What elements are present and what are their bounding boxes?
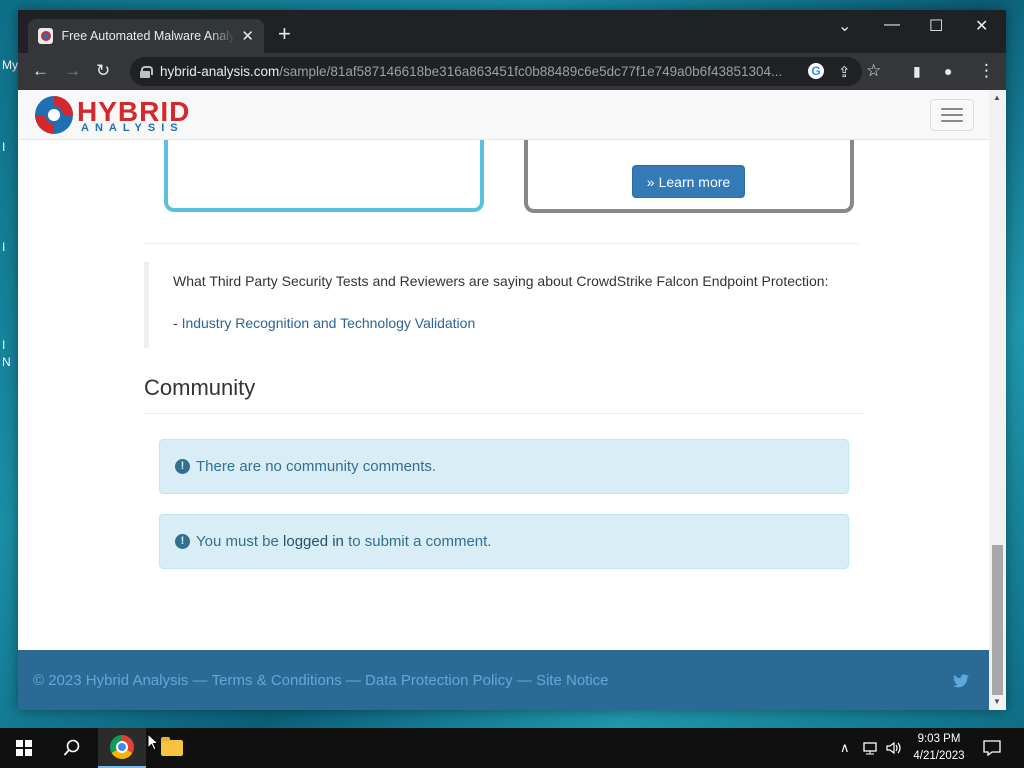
clock-time: 9:03 PM [917,733,961,745]
twitter-icon[interactable] [953,674,969,688]
hybrid-analysis-logo[interactable]: HYBRID ANALYSIS [33,94,203,136]
taskbar-chrome[interactable] [98,728,146,768]
search-icon [63,739,80,756]
scrollbar-thumb[interactable] [992,545,1003,695]
page-viewport: HYBRID ANALYSIS » Learn more What Third … [18,90,989,710]
bookmark-star-icon[interactable]: ☆ [866,61,881,81]
login-required-alert: ! You must be logged in to submit a comm… [159,514,849,569]
favicon-icon [38,28,54,44]
terms-link[interactable]: Terms & Conditions [212,672,342,689]
double-chevron-right-icon: » [646,173,655,190]
share-icon[interactable]: ⇪ [838,63,851,81]
site-notice-link[interactable]: Site Notice [536,672,609,689]
reload-button[interactable]: ↻ [96,61,110,81]
site-navbar: HYBRID ANALYSIS [18,90,989,140]
volume-icon[interactable] [886,728,902,768]
lock-icon[interactable] [140,65,153,78]
system-clock[interactable]: 9:03 PM 4/21/2023 [906,731,972,765]
url-text[interactable]: hybrid-analysis.com/sample/81af587146618… [160,64,800,79]
community-heading: Community [144,375,256,400]
divider [144,243,859,244]
start-button[interactable] [0,728,48,768]
google-lens-icon[interactable]: G [808,63,824,79]
hamburger-icon [941,108,963,110]
profile-icon[interactable]: ● [944,63,952,79]
windows-logo-icon [16,740,32,756]
desktop-icon-label: I [2,338,6,352]
browser-window: Free Automated Malware Analysis Service … [18,10,1006,710]
exclamation-circle-icon: ! [175,459,190,474]
desktop-icon-label: N [2,355,11,369]
notification-icon [983,740,1001,756]
learn-more-button[interactable]: » Learn more [632,165,745,198]
network-icon[interactable] [863,728,879,768]
validation-link-line: - Industry Recognition and Technology Va… [173,315,476,331]
page-scrollbar[interactable]: ▲ ▼ [989,90,1006,710]
mouse-cursor-icon [147,733,159,751]
close-window-button[interactable]: ✕ [975,16,988,36]
browser-toolbar: ← → ↻ hybrid-analysis.com/sample/81af587… [18,53,1006,90]
forward-button[interactable]: → [64,61,81,81]
scroll-up-icon[interactable]: ▲ [993,93,1001,102]
folder-icon [161,737,183,756]
data-protection-link[interactable]: Data Protection Policy [365,672,513,689]
chrome-icon [110,735,134,759]
desktop-icon-label: I [2,240,6,254]
desktop-icon-label: I [2,140,6,154]
title-bar: Free Automated Malware Analysis Service … [18,10,1006,53]
back-button[interactable]: ← [32,61,49,81]
browser-tab[interactable]: Free Automated Malware Analysis Service … [28,19,264,53]
clock-date: 4/21/2023 [913,750,965,762]
navbar-toggle-button[interactable] [930,99,974,131]
desktop-icon-label: My [2,58,18,72]
no-comments-alert: ! There are no community comments. [159,439,849,494]
chevron-up-icon[interactable]: ∧ [840,728,850,768]
exclamation-circle-icon: ! [175,534,190,549]
notifications-button[interactable] [983,728,1001,768]
divider [144,413,864,414]
tab-search-icon[interactable]: ⌄ [838,16,851,36]
site-footer: © 2023 Hybrid Analysis — Terms & Conditi… [18,650,989,710]
side-panel-icon[interactable]: ▮ [913,63,921,80]
minimize-button[interactable]: — [884,16,900,34]
address-bar[interactable]: hybrid-analysis.com/sample/81af587146618… [130,57,881,86]
scroll-down-icon[interactable]: ▼ [993,697,1001,706]
tab-close-icon[interactable]: ✕ [241,27,254,45]
third-party-text: What Third Party Security Tests and Revi… [173,273,829,289]
menu-kebab-icon[interactable]: ⋮ [978,61,995,81]
copyright-text: © 2023 Hybrid Analysis [33,671,189,689]
tab-title: Free Automated Malware Analysis Service [61,29,236,43]
new-tab-button[interactable]: + [278,23,291,45]
maximize-button[interactable]: ☐ [929,16,943,36]
search-button[interactable] [48,728,96,768]
industry-recognition-link[interactable]: Industry Recognition and Technology Vali… [182,315,476,331]
third-party-blockquote: What Third Party Security Tests and Revi… [144,262,859,348]
login-link[interactable]: logged in [283,533,344,550]
